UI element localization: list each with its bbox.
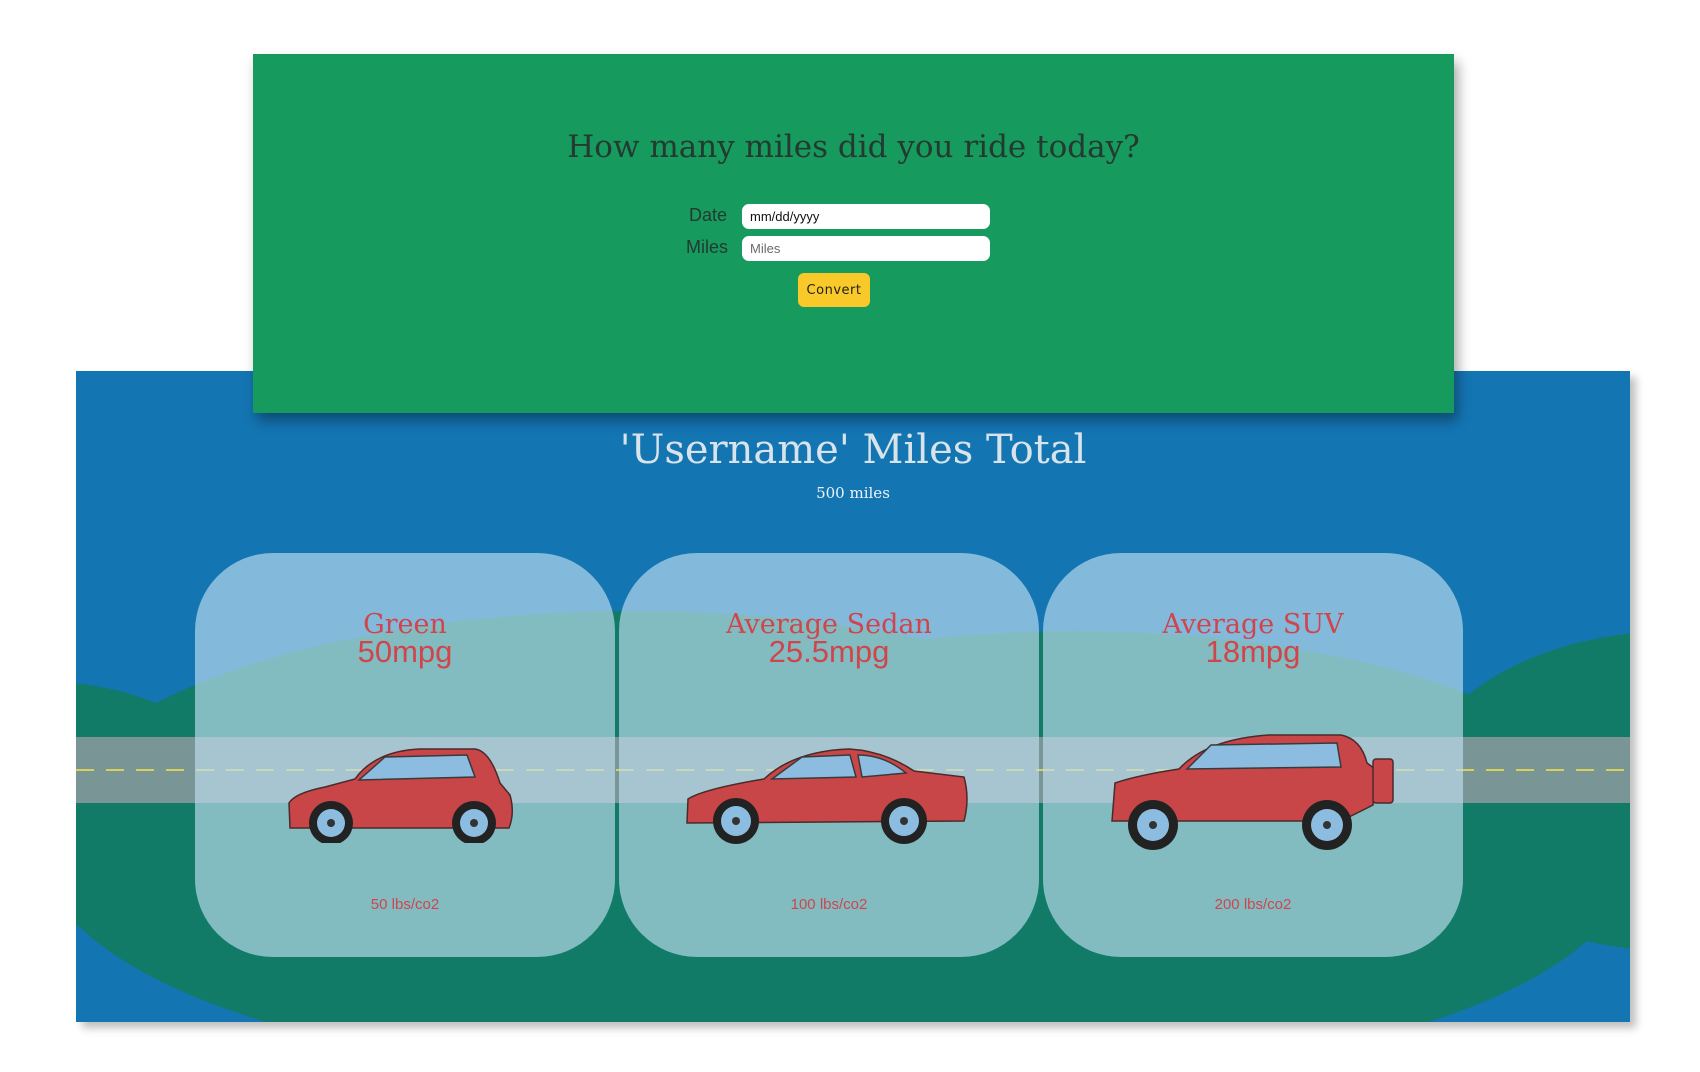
suv-car-icon [1111,734,1394,850]
sedan-car-icon [686,748,968,844]
ride-entry-form: How many miles did you ride today? Date … [253,54,1454,413]
hatchback-car-icon [288,748,513,843]
vehicle-card-green: Green 50mpg 50 lbs/co2 [195,553,615,957]
vehicle-mpg: 50mpg [357,634,453,669]
form-title: How many miles did you ride today? [567,129,1140,165]
miles-label: Miles [686,237,729,257]
results-title: 'Username' Miles Total [619,427,1087,473]
vehicle-co2: 200 lbs/co2 [1214,896,1292,913]
vehicle-co2: 50 lbs/co2 [370,896,440,913]
vehicle-card-sedan: Average Sedan 25.5mpg 100 lbs/co2 [619,553,1039,957]
date-label: Date [689,205,728,225]
vehicle-mpg: 25.5mpg [768,634,890,669]
convert-button[interactable]: Convert [798,273,870,307]
results-total-miles: 500 miles [816,484,890,502]
vehicle-mpg: 18mpg [1205,634,1301,669]
results-section: 'Username' Miles Total 500 miles Green 5… [76,371,1630,1022]
miles-input[interactable] [742,236,990,261]
date-input[interactable] [742,204,990,229]
vehicle-co2: 100 lbs/co2 [790,896,868,913]
vehicle-card-suv: Average SUV 18mpg 200 lbs/co2 [1043,553,1463,957]
